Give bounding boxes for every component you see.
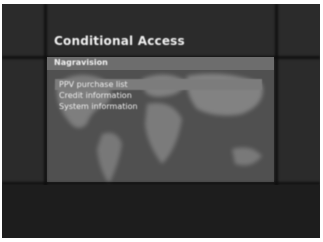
bottom-band (2, 185, 320, 238)
menu-item-label: Credit information (59, 91, 132, 100)
panel-header-label: Nagravision (54, 58, 108, 67)
menu-item-credit-information[interactable]: Credit information (55, 90, 262, 101)
menu-item-ppv-purchase-list[interactable]: PPV purchase list (55, 79, 262, 90)
menu-item-label: PPV purchase list (59, 80, 128, 89)
tv-screen: Conditional Access Nagravision PPV purch… (2, 4, 320, 238)
menu-item-label: System information (59, 102, 138, 111)
page-title: Conditional Access (54, 34, 185, 48)
menu-panel (47, 57, 274, 182)
menu-item-system-information[interactable]: System information (55, 101, 262, 112)
menu-list: PPV purchase list Credit information Sys… (47, 79, 274, 112)
panel-header: Nagravision (47, 57, 274, 70)
